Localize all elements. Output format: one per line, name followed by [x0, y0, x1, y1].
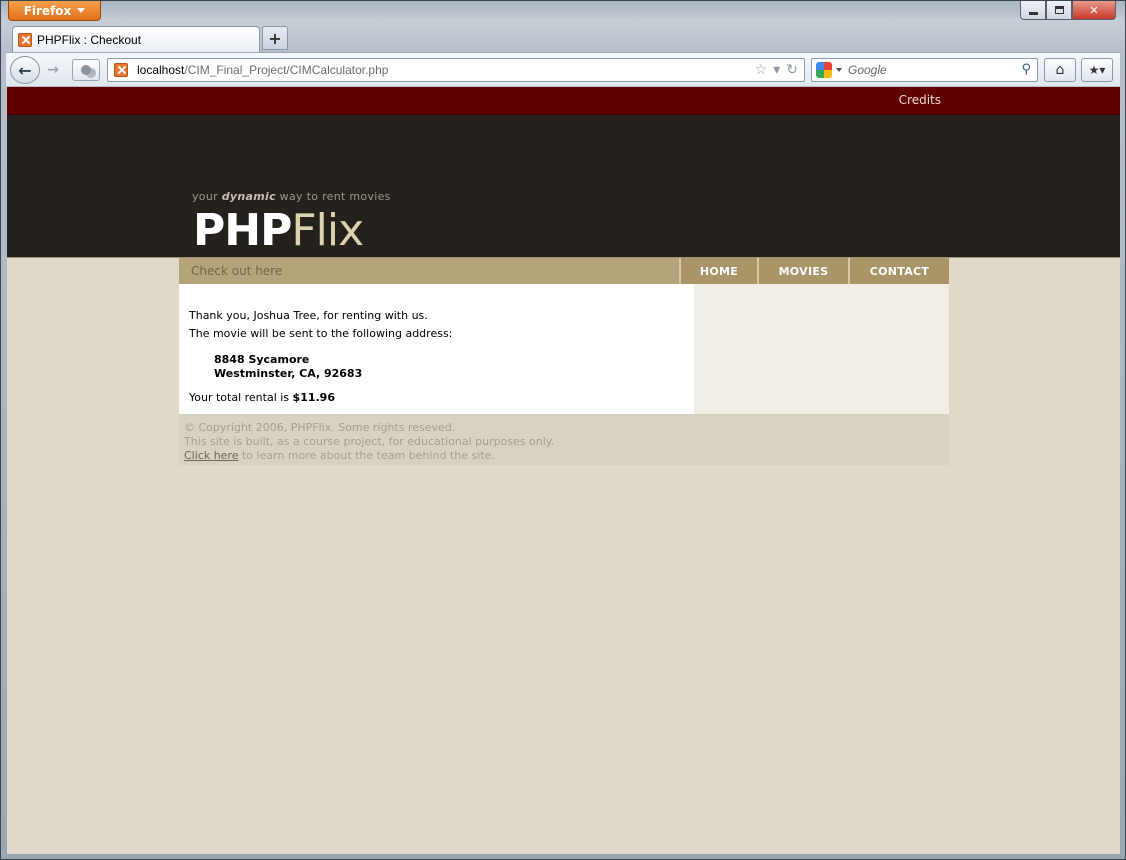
back-arrow-icon: ←	[18, 60, 32, 80]
bookmarks-icon: ★▾	[1088, 63, 1106, 77]
checkout-panel: Thank you, Joshua Tree, for renting with…	[179, 284, 694, 414]
browser-window: Firefox ✕ PHPFlix : Checkout + ← → local…	[0, 0, 1126, 860]
total-label: Your total rental is	[189, 391, 293, 404]
home-icon: ⌂	[1055, 62, 1065, 78]
plus-icon: +	[268, 28, 282, 48]
engine-dropdown-icon[interactable]	[836, 68, 842, 72]
url-actions: ☆ ▾ ↻	[755, 62, 798, 78]
maximize-icon	[1054, 6, 1064, 14]
site-identity-icon	[114, 63, 128, 77]
addon-button[interactable]	[72, 59, 100, 81]
url-bar[interactable]: localhost/CIM_Final_Project/CIMCalculato…	[107, 58, 805, 82]
team-info-line: Click here to learn more about the team …	[184, 449, 944, 463]
bookmark-star-icon[interactable]: ☆	[755, 62, 768, 78]
team-link-suffix: to learn more about the team behind the …	[238, 449, 495, 462]
new-tab-button[interactable]: +	[262, 26, 288, 50]
forward-arrow-icon: →	[47, 62, 59, 78]
bookmarks-button[interactable]: ★▾	[1081, 58, 1113, 82]
window-controls: ✕	[1020, 1, 1116, 21]
site-header: your dynamic way to rent movies PHPFlix	[7, 115, 1120, 258]
minimize-button[interactable]	[1020, 1, 1046, 20]
content-area: Thank you, Joshua Tree, for renting with…	[179, 284, 949, 414]
minimize-icon	[1028, 11, 1038, 15]
tab-checkout[interactable]: PHPFlix : Checkout	[12, 26, 260, 52]
navigation-toolbar: ← → localhost/CIM_Final_Project/CIMCalcu…	[6, 52, 1120, 86]
rental-total: Your total rental is $11.96	[189, 389, 684, 407]
tab-title: PHPFlix : Checkout	[37, 32, 142, 47]
forward-button[interactable]: →	[42, 60, 64, 80]
site-footer: © Copyright 2006, PHPFlix. Some rights r…	[179, 414, 949, 465]
url-text[interactable]: localhost/CIM_Final_Project/CIMCalculato…	[137, 63, 388, 77]
top-bar: Credits	[7, 87, 1120, 115]
google-engine-icon[interactable]	[816, 62, 832, 78]
addon-icon	[81, 65, 91, 75]
total-value: $11.96	[292, 391, 335, 404]
maximize-button[interactable]	[1046, 1, 1072, 20]
back-button[interactable]: ←	[10, 56, 40, 84]
tagline-post: way to rent movies	[275, 190, 391, 203]
firefox-menu-label: Firefox	[23, 3, 72, 18]
history-dropdown-icon[interactable]: ▾	[773, 62, 780, 78]
shipping-address: 8848 Sycamore Westminster, CA, 92683	[214, 353, 684, 381]
team-link[interactable]: Click here	[184, 449, 239, 462]
nav-contact[interactable]: CONTACT	[848, 258, 949, 284]
copyright-text: © Copyright 2006, PHPFlix. Some rights r…	[184, 421, 456, 434]
logo-flix: Flix	[291, 205, 364, 256]
logo-php: PHP	[193, 205, 292, 256]
site-favicon-icon	[18, 32, 32, 47]
site-tagline: your dynamic way to rent movies	[192, 190, 391, 203]
chevron-down-icon	[77, 8, 86, 13]
purpose-text: This site is built, as a course project,…	[184, 435, 555, 448]
breadcrumb: Check out here	[191, 264, 283, 278]
tagline-emphasis: dynamic	[221, 190, 276, 203]
home-button[interactable]: ⌂	[1044, 58, 1076, 82]
close-icon: ✕	[1089, 3, 1099, 17]
address-line-1: 8848 Sycamore	[214, 353, 310, 366]
reload-icon[interactable]: ↻	[786, 62, 798, 78]
firefox-menu-button[interactable]: Firefox	[8, 1, 101, 21]
credits-link[interactable]: Credits	[899, 93, 941, 107]
page-wrapper: Check out here HOME MOVIES CONTACT Thank…	[179, 258, 949, 465]
site-logo[interactable]: PHPFlix	[193, 205, 364, 256]
tagline-pre: your	[192, 190, 222, 203]
search-box[interactable]: Google ⚲	[811, 58, 1038, 82]
search-placeholder: Google	[848, 63, 887, 77]
address-line-2: Westminster, CA, 92683	[214, 367, 363, 380]
url-path: /CIM_Final_Project/CIMCalculator.php	[184, 63, 389, 77]
thank-you-message: Thank you, Joshua Tree, for renting with…	[189, 309, 428, 322]
search-icon[interactable]: ⚲	[1021, 62, 1031, 77]
sidebar	[694, 284, 949, 414]
shipping-intro: The movie will be sent to the following …	[189, 327, 453, 340]
menu-bar: Check out here HOME MOVIES CONTACT	[179, 258, 949, 284]
close-window-button[interactable]: ✕	[1072, 1, 1116, 20]
nav-home[interactable]: HOME	[679, 258, 757, 284]
page-viewport: Credits your dynamic way to rent movies …	[7, 87, 1120, 854]
url-host: localhost	[137, 63, 185, 77]
nav-movies[interactable]: MOVIES	[757, 258, 848, 284]
